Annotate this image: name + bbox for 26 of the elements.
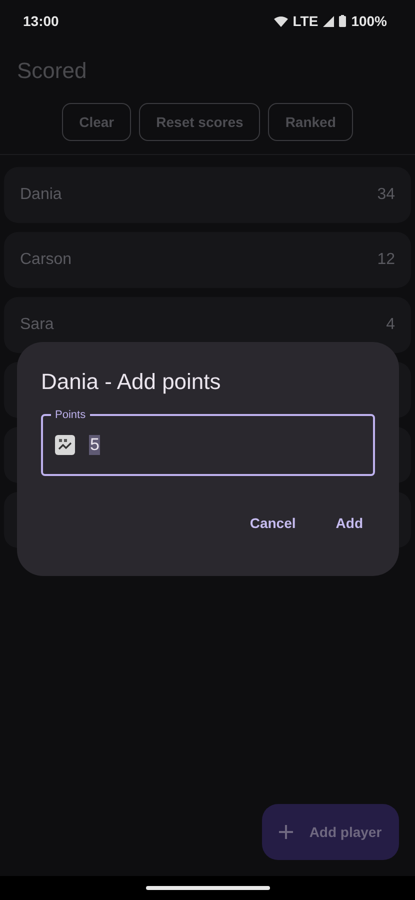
add-player-button[interactable]: Add player [262,804,399,860]
dialog-title: Dania - Add points [41,369,222,395]
plus-icon [279,825,294,839]
player-score: 34 [377,186,395,204]
player-row[interactable]: Dania 34 [4,167,411,223]
clock: 13:00 [23,13,59,29]
home-handle[interactable] [146,886,270,890]
app-title: Scored [16,57,88,84]
action-button[interactable]: Clear [62,103,132,141]
signal-icon [323,16,334,26]
wifi-icon [274,16,288,26]
battery-level: 100% [351,13,387,29]
action-button[interactable]: Ranked [268,103,353,141]
dialog-button[interactable]: Cancel [240,507,306,539]
player-score: 4 [386,316,395,334]
battery-icon [339,15,346,27]
player-score: 12 [377,251,395,269]
action-button[interactable]: Reset scores [139,103,260,141]
field-value: 5 [89,435,100,455]
dialog-button[interactable]: Add [326,507,373,539]
network-type: LTE [292,13,318,29]
player-row[interactable]: Carson 12 [4,232,411,288]
keyboard-icon [55,435,75,455]
player-name: Sara [20,316,54,334]
player-name: Carson [20,251,72,269]
player-name: Dania [20,186,62,204]
